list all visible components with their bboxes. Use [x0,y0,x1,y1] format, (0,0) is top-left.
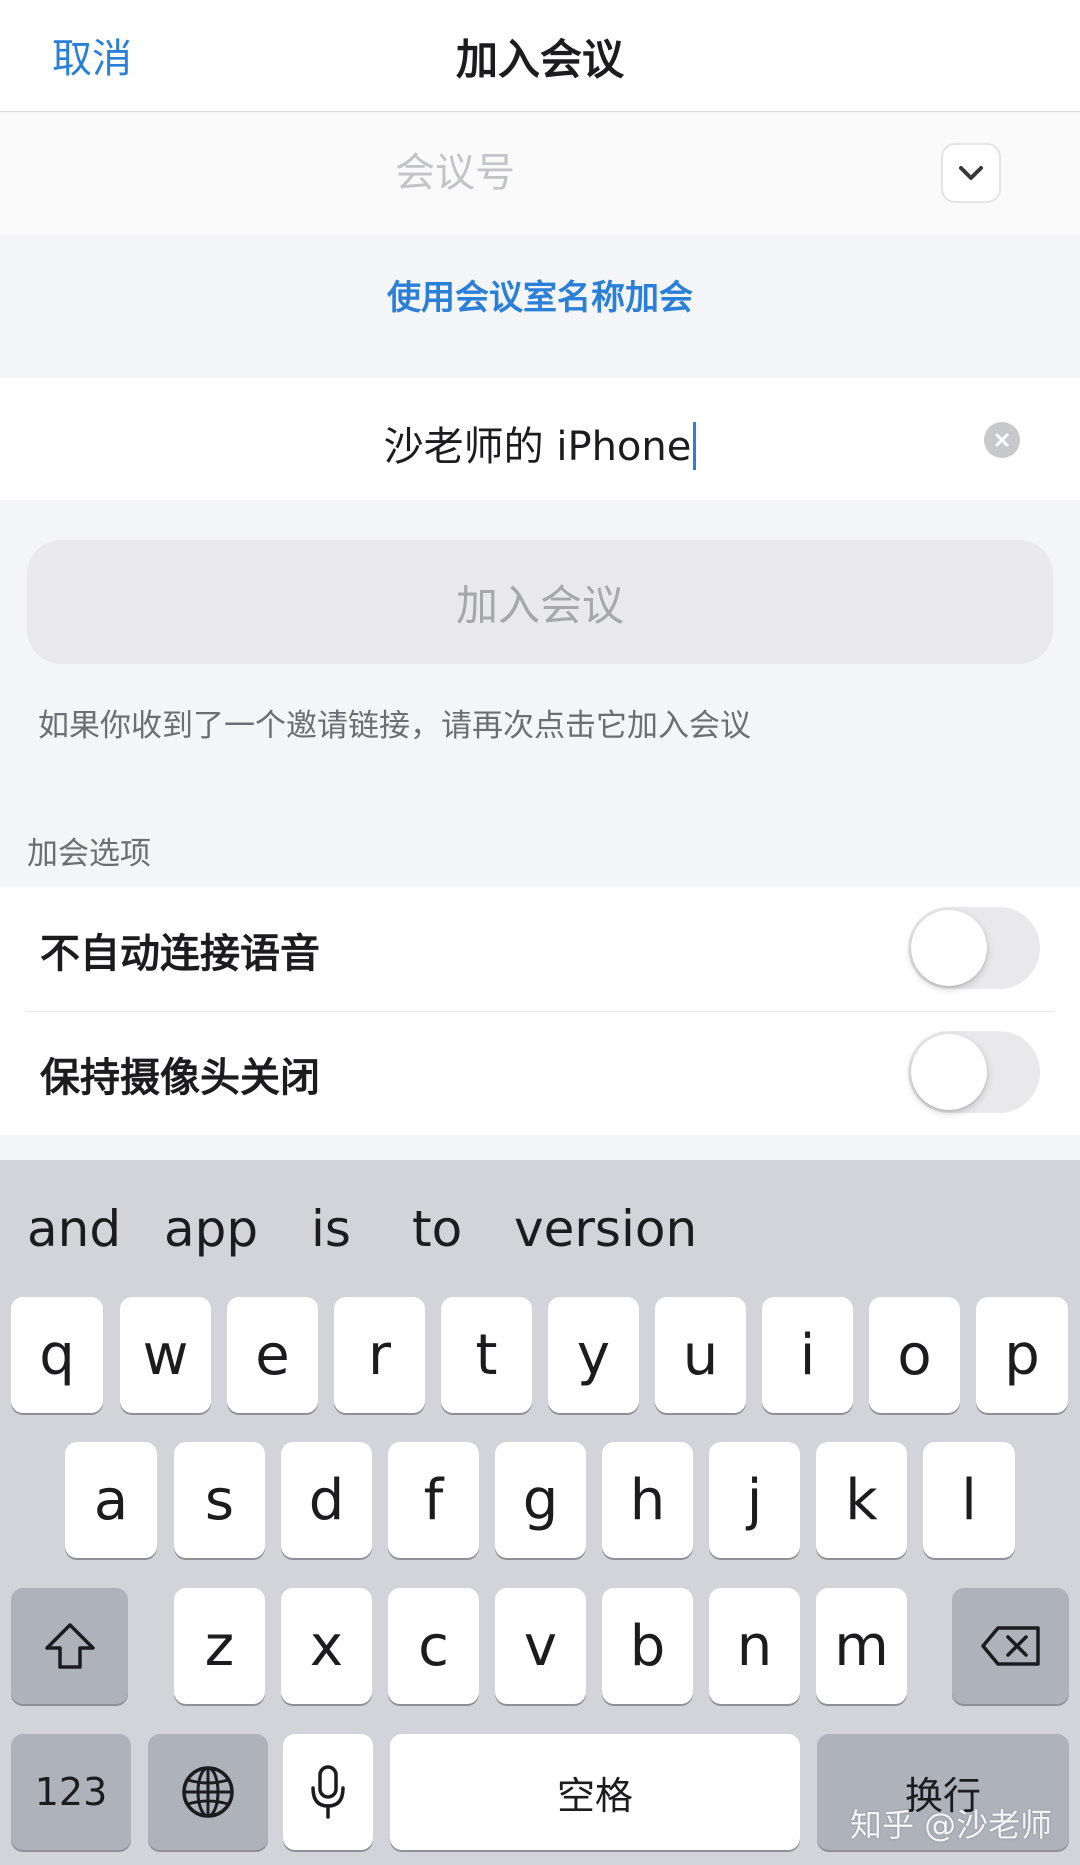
keyboard: and app is to version q w e r t y u i o … [0,1160,1080,1865]
display-name-field[interactable]: 沙老师的 iPhone [0,378,1080,500]
key-v[interactable]: v [495,1588,586,1704]
backspace-key[interactable] [952,1588,1069,1704]
backspace-icon [980,1626,1040,1666]
key-i[interactable]: i [762,1297,853,1413]
option-label: 保持摄像头关闭 [40,1055,320,1101]
meeting-id-row [0,113,1080,235]
key-m[interactable]: m [816,1588,907,1704]
page-title: 加入会议 [455,35,624,84]
suggestion-item[interactable]: and [27,1200,121,1258]
key-q[interactable]: q [11,1297,103,1413]
key-r[interactable]: r [334,1297,425,1413]
key-y[interactable]: y [548,1297,639,1413]
text-cursor [693,422,697,470]
dictation-key[interactable] [283,1734,373,1850]
microphone-icon [311,1765,345,1819]
key-a[interactable]: a [65,1442,157,1558]
display-name-text-wrap: 沙老师的 iPhone [0,414,1080,472]
key-s[interactable]: s [174,1442,265,1558]
key-e[interactable]: e [227,1297,318,1413]
option-camera-off: 保持摄像头关闭 [0,1011,1080,1135]
suggestion-item[interactable]: version [514,1200,697,1258]
predictive-bar: and app is to version [0,1160,1080,1290]
key-p[interactable]: p [976,1297,1068,1413]
key-u[interactable]: u [655,1297,746,1413]
space-key[interactable]: 空格 [390,1734,800,1850]
globe-icon [182,1766,234,1818]
key-f[interactable]: f [388,1442,479,1558]
key-x[interactable]: x [281,1588,372,1704]
toggle-knob [911,910,987,986]
suggestion-item[interactable]: is [311,1200,351,1258]
suggestion-item[interactable]: app [164,1200,258,1258]
meeting-history-dropdown[interactable] [941,143,1001,203]
key-h[interactable]: h [602,1442,693,1558]
key-o[interactable]: o [869,1297,960,1413]
shift-icon [44,1623,95,1669]
display-name-value: 沙老师的 iPhone [383,424,692,470]
key-z[interactable]: z [174,1588,265,1704]
globe-key[interactable] [148,1734,268,1850]
invite-link-hint: 如果你收到了一个邀请链接，请再次点击它加入会议 [38,708,751,744]
option-label: 不自动连接语音 [40,931,320,977]
key-c[interactable]: c [388,1588,479,1704]
nav-bar: 取消 加入会议 [0,0,1080,112]
join-options-group: 不自动连接语音 保持摄像头关闭 [0,887,1080,1135]
numbers-key[interactable]: 123 [11,1734,131,1850]
key-b[interactable]: b [602,1588,693,1704]
clear-name-button[interactable] [984,422,1020,458]
key-g[interactable]: g [495,1442,586,1558]
toggle-knob [911,1034,987,1110]
key-k[interactable]: k [816,1442,907,1558]
key-t[interactable]: t [441,1297,532,1413]
key-w[interactable]: w [120,1297,211,1413]
chevron-down-icon [959,166,983,180]
options-section-label: 加会选项 [27,836,151,872]
shift-key[interactable] [11,1588,128,1704]
option-no-auto-audio: 不自动连接语音 [0,887,1080,1011]
watermark: 知乎 @沙老师 [850,1806,1053,1844]
no-auto-audio-toggle[interactable] [908,907,1040,989]
key-l[interactable]: l [923,1442,1015,1558]
key-j[interactable]: j [709,1442,800,1558]
key-n[interactable]: n [709,1588,800,1704]
camera-off-toggle[interactable] [908,1031,1040,1113]
key-d[interactable]: d [281,1442,372,1558]
meeting-id-input[interactable] [150,137,760,209]
suggestion-item[interactable]: to [412,1200,462,1258]
join-meeting-button[interactable]: 加入会议 [27,540,1053,664]
join-by-room-name-link[interactable]: 使用会议室名称加会 [0,270,1080,319]
close-icon [995,433,1009,447]
